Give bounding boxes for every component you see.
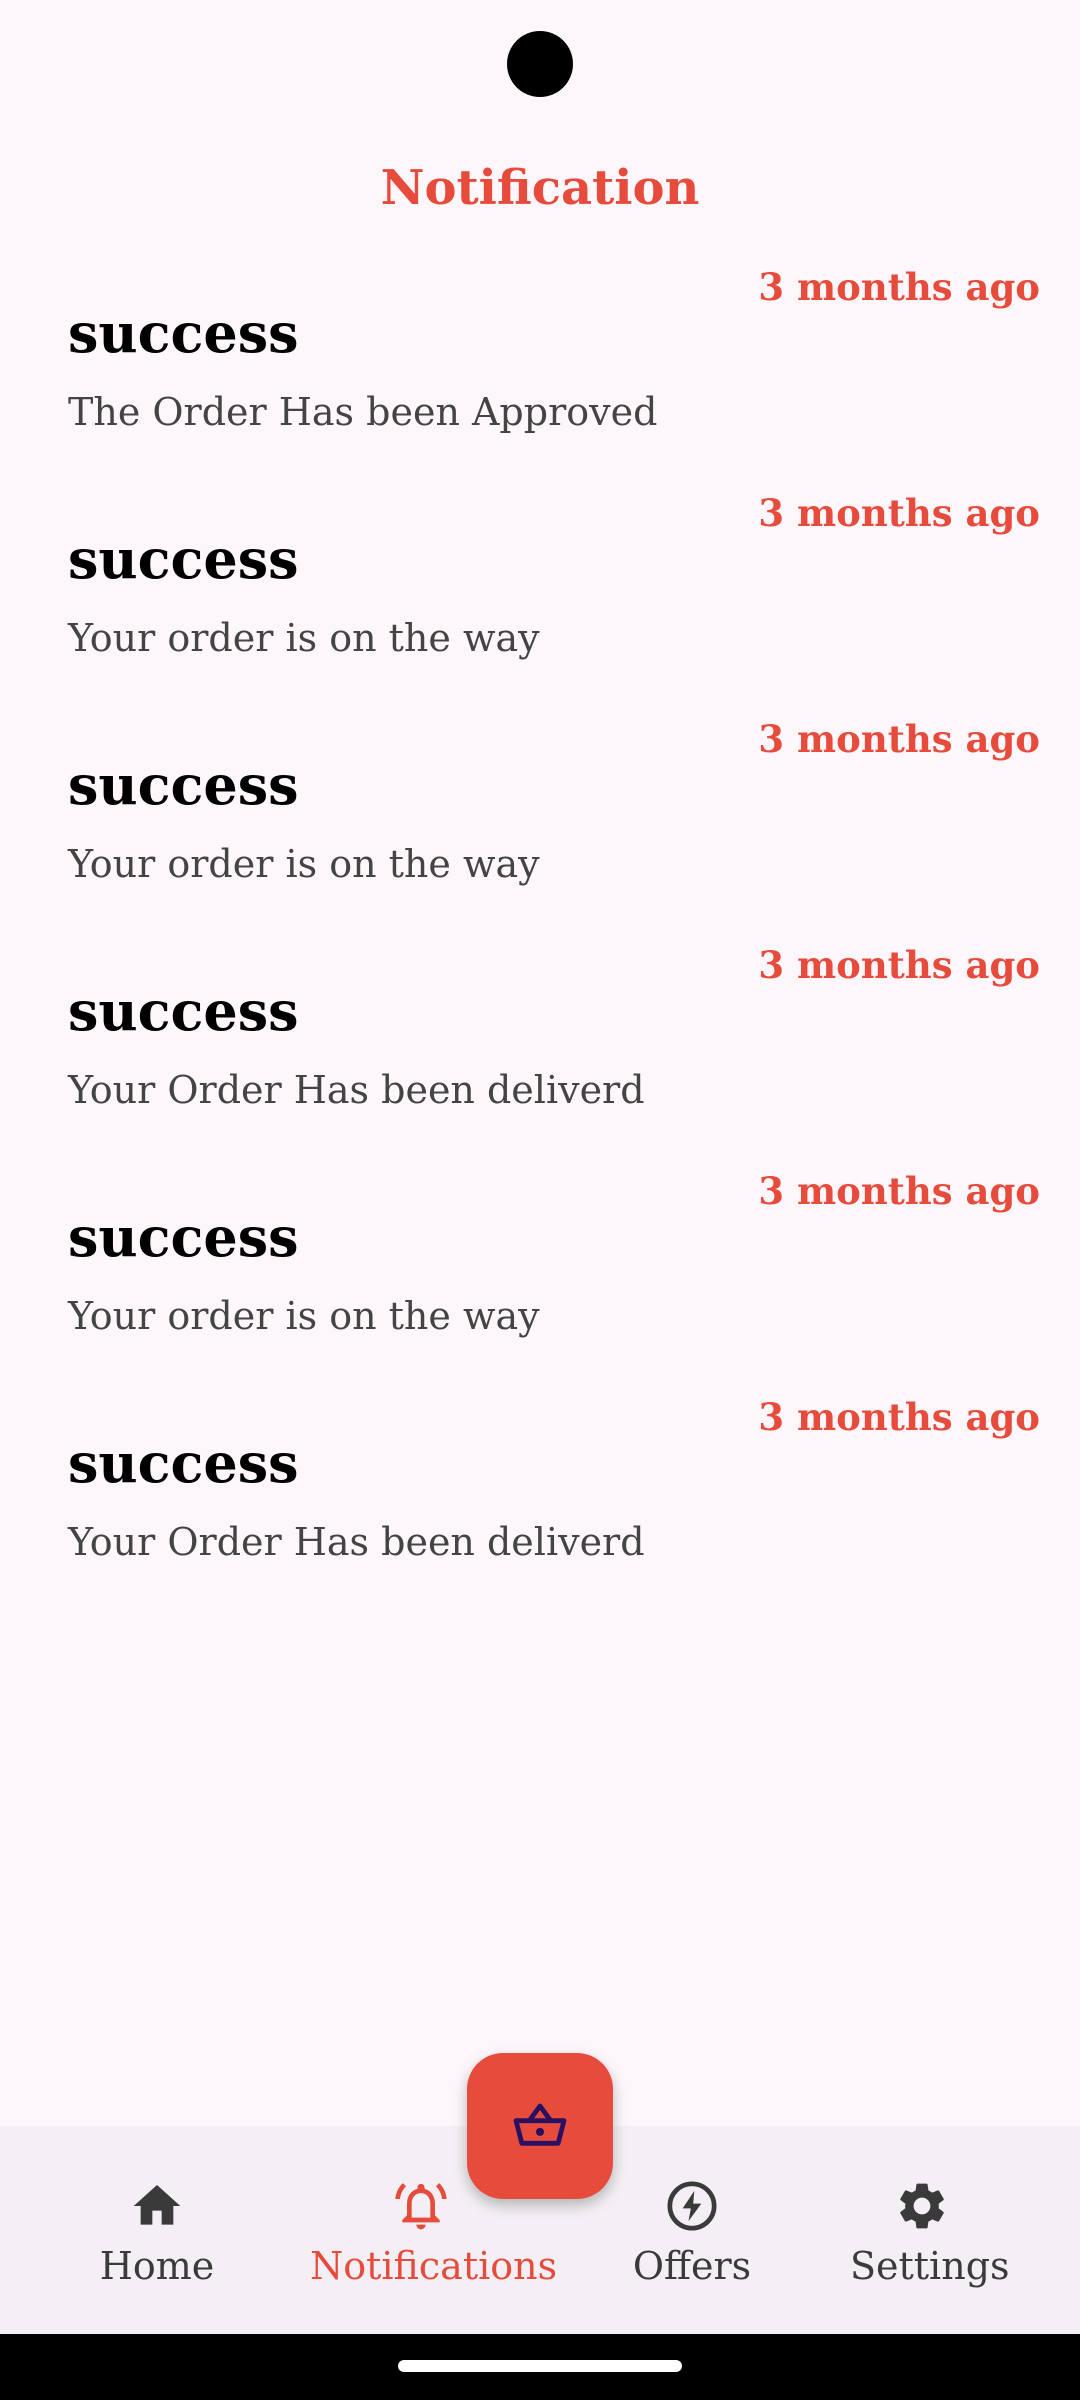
home-icon bbox=[133, 2185, 181, 2225]
gear-icon bbox=[900, 2183, 944, 2229]
notification-item[interactable]: 3 months ago success Your order is on th… bbox=[0, 708, 1080, 934]
nav-home-label: Home bbox=[99, 2244, 215, 2288]
notification-body: Your order is on the way bbox=[68, 842, 540, 886]
notification-body: Your order is on the way bbox=[68, 616, 540, 660]
nav-settings[interactable]: Settings bbox=[850, 2178, 1010, 2290]
notification-body: Your Order Has been deliverd bbox=[68, 1068, 645, 1112]
notification-body: The Order Has been Approved bbox=[68, 390, 658, 434]
notification-title: success bbox=[68, 979, 299, 1043]
notification-item[interactable]: 3 months ago success Your order is on th… bbox=[0, 1160, 1080, 1386]
notification-time: 3 months ago bbox=[758, 717, 1040, 761]
status-bar bbox=[0, 0, 1080, 130]
cart-fab-button[interactable] bbox=[467, 2053, 613, 2199]
notification-time: 3 months ago bbox=[758, 265, 1040, 309]
notification-item[interactable]: 3 months ago success The Order Has been … bbox=[0, 256, 1080, 482]
home-indicator[interactable] bbox=[398, 2360, 682, 2372]
notification-time: 3 months ago bbox=[758, 491, 1040, 535]
nav-home[interactable]: Home bbox=[89, 2178, 225, 2290]
notification-item[interactable]: 3 months ago success Your order is on th… bbox=[0, 482, 1080, 708]
nav-offers-label: Offers bbox=[632, 2244, 752, 2288]
notification-body: Your order is on the way bbox=[68, 1294, 540, 1338]
bell-icon bbox=[395, 2183, 447, 2230]
notification-title: success bbox=[68, 1431, 299, 1495]
notification-title: success bbox=[68, 1205, 299, 1269]
notification-title: success bbox=[68, 753, 299, 817]
notification-title: success bbox=[68, 527, 299, 591]
basket-icon bbox=[513, 2103, 567, 2146]
notification-item[interactable]: 3 months ago success Your Order Has been… bbox=[0, 1386, 1080, 1612]
page-title: Notification bbox=[380, 160, 700, 216]
front-camera bbox=[507, 31, 573, 97]
bolt-icon bbox=[667, 2181, 717, 2231]
nav-settings-label: Settings bbox=[850, 2244, 1010, 2288]
notification-time: 3 months ago bbox=[758, 1395, 1040, 1439]
notification-body: Your Order Has been deliverd bbox=[68, 1520, 645, 1564]
notification-item[interactable]: 3 months ago success Your Order Has been… bbox=[0, 934, 1080, 1160]
notification-title: success bbox=[68, 301, 299, 365]
notification-time: 3 months ago bbox=[758, 1169, 1040, 1213]
notification-list: 3 months ago success The Order Has been … bbox=[0, 256, 1080, 1612]
nav-offers[interactable]: Offers bbox=[628, 2178, 756, 2290]
nav-notifications-label: Notifications bbox=[310, 2244, 558, 2288]
notification-time: 3 months ago bbox=[758, 943, 1040, 987]
